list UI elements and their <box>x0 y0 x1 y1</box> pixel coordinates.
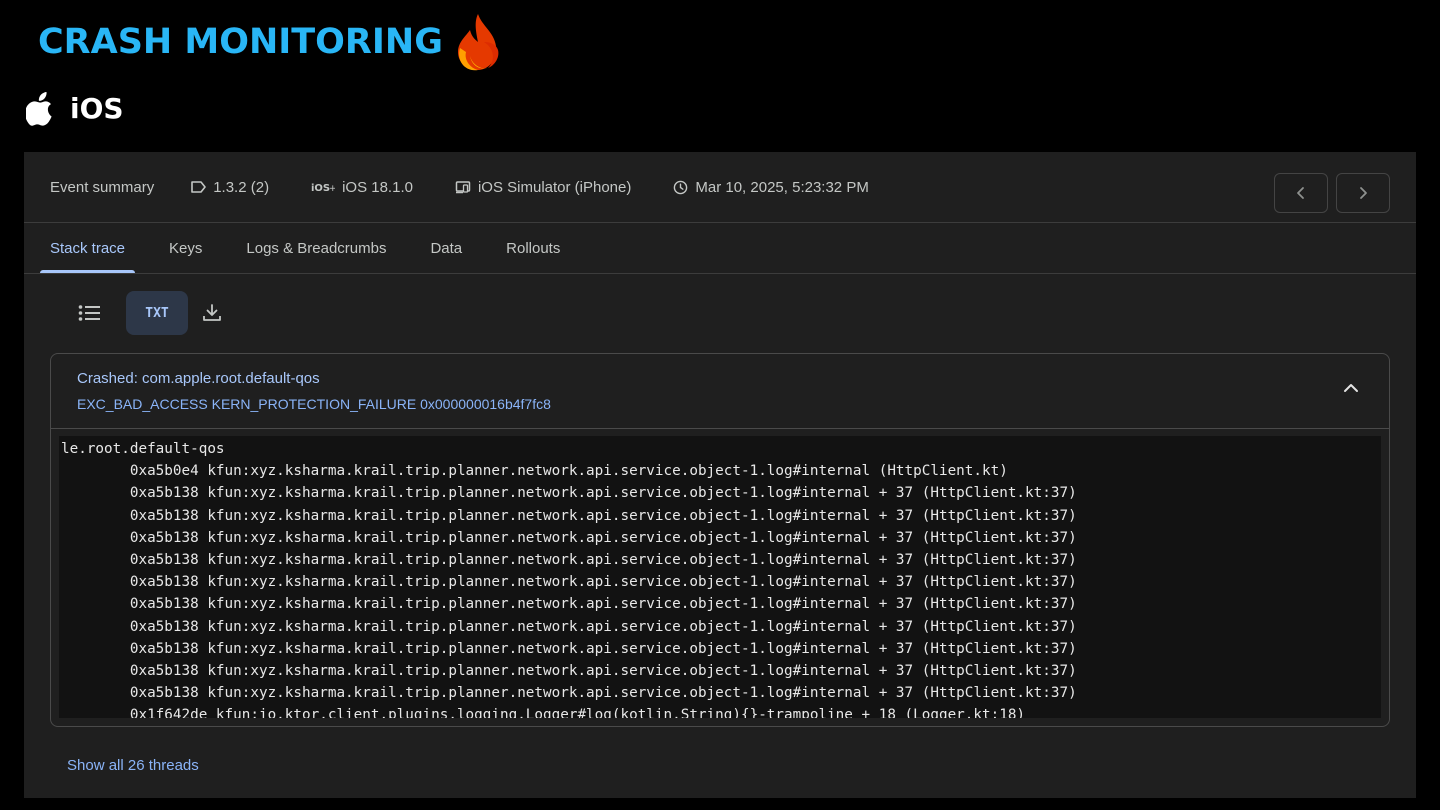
crashed-thread-header[interactable]: Crashed: com.apple.root.default-qos EXC_… <box>51 354 1389 429</box>
device-info: iOS Simulator (iPhone) <box>455 179 631 196</box>
stack-frame-line: 0xa5b138 kfun:xyz.ksharma.krail.trip.pla… <box>61 485 1077 502</box>
show-all-threads-link[interactable]: Show all 26 threads <box>67 757 199 774</box>
tab-keys[interactable]: Keys <box>159 240 212 273</box>
tab-bar: Stack trace Keys Logs & Breadcrumbs Data… <box>24 223 1416 274</box>
stack-frame-line: 0xa5b138 kfun:xyz.ksharma.krail.trip.pla… <box>61 529 1077 546</box>
title-row: CRASH MONITORING <box>38 22 443 62</box>
chevron-left-icon <box>1297 187 1304 199</box>
os-info: iOS + iOS 18.1.0 <box>311 179 413 196</box>
stack-frame-line: 0xa5b138 kfun:xyz.ksharma.krail.trip.pla… <box>61 552 1077 569</box>
clock-icon <box>674 180 688 194</box>
event-navigation <box>1266 173 1390 213</box>
exception-description: EXC_BAD_ACCESS KERN_PROTECTION_FAILURE 0… <box>77 396 551 412</box>
stack-frame-line: 0xa5b138 kfun:xyz.ksharma.krail.trip.pla… <box>61 618 1077 635</box>
list-icon <box>78 305 100 321</box>
download-icon <box>203 304 221 321</box>
crash-event-panel: Event summary 1.3.2 (2) iOS + iOS 18.1.0 … <box>24 152 1416 798</box>
tab-stack-trace[interactable]: Stack trace <box>40 240 136 273</box>
event-summary-label: Event summary <box>50 178 155 196</box>
svg-text:+: + <box>329 184 335 194</box>
device-text: iOS Simulator (iPhone) <box>477 178 632 196</box>
txt-view-label: TXT <box>145 305 169 321</box>
tab-data[interactable]: Data <box>420 240 472 273</box>
txt-view-button[interactable]: TXT <box>126 291 188 335</box>
list-view-button[interactable] <box>64 291 114 335</box>
devices-icon <box>455 181 471 194</box>
stack-frame-line: 0x1f642de kfun:io.ktor.client.plugins.lo… <box>61 707 1026 718</box>
page-title: CRASH MONITORING <box>38 22 443 62</box>
apple-icon <box>26 92 52 126</box>
ios-logo-icon: iOS+ <box>311 183 335 194</box>
label-tag-icon <box>191 181 207 193</box>
crashed-thread-title: Crashed: com.apple.root.default-qos <box>77 370 320 387</box>
crashed-thread-card: Crashed: com.apple.root.default-qos EXC_… <box>50 353 1390 727</box>
stack-frame-line: 0xa5b138 kfun:xyz.ksharma.krail.trip.pla… <box>61 663 1077 680</box>
stack-trace-text[interactable]: le.root.default-qos 0xa5b0e4 kfun:xyz.ks… <box>59 436 1381 718</box>
stack-frame-line: 0xa5b138 kfun:xyz.ksharma.krail.trip.pla… <box>61 640 1077 657</box>
tab-rollouts[interactable]: Rollouts <box>496 240 570 273</box>
chevron-up-icon[interactable] <box>1343 382 1359 394</box>
timestamp-text: Mar 10, 2025, 5:23:32 PM <box>695 178 869 196</box>
tab-logs-breadcrumbs[interactable]: Logs & Breadcrumbs <box>236 240 396 273</box>
next-event-button[interactable] <box>1336 173 1390 213</box>
platform-row: iOS <box>26 90 124 126</box>
timestamp-info: Mar 10, 2025, 5:23:32 PM <box>673 178 869 196</box>
stack-frame-line: 0xa5b138 kfun:xyz.ksharma.krail.trip.pla… <box>61 507 1077 524</box>
platform-label: iOS <box>70 91 124 125</box>
stack-frame-line: le.root.default-qos <box>61 441 225 457</box>
stack-frame-line: 0xa5b138 kfun:xyz.ksharma.krail.trip.pla… <box>61 685 1077 702</box>
event-summary-bar: Event summary 1.3.2 (2) iOS + iOS 18.1.0 … <box>24 152 1416 223</box>
os-version-text: iOS 18.1.0 <box>342 178 413 196</box>
chevron-right-icon <box>1360 187 1367 199</box>
svg-text:iOS: iOS <box>311 183 330 194</box>
stack-frame-line: 0xa5b138 kfun:xyz.ksharma.krail.trip.pla… <box>61 574 1077 591</box>
firebase-flame-icon <box>458 14 499 71</box>
version-text: 1.3.2 (2) <box>213 178 270 196</box>
stack-frame-line: 0xa5b138 kfun:xyz.ksharma.krail.trip.pla… <box>61 596 1077 613</box>
version-info: 1.3.2 (2) <box>190 179 269 196</box>
previous-event-button[interactable] <box>1274 173 1328 213</box>
download-button[interactable] <box>200 291 224 335</box>
trace-view-toolbar: TXT <box>64 291 236 335</box>
stack-frame-line: 0xa5b0e4 kfun:xyz.ksharma.krail.trip.pla… <box>61 463 1008 480</box>
